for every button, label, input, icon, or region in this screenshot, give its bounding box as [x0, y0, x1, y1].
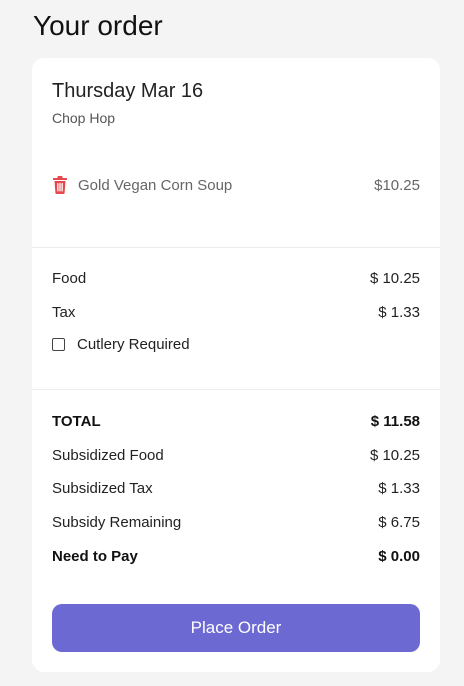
tax-label: Tax: [52, 303, 76, 321]
tax-row: Tax $ 1.33: [52, 301, 420, 323]
food-label: Food: [52, 269, 87, 287]
subsidized-tax-row: Subsidized Tax $ 1.33: [52, 477, 420, 499]
divider: [32, 247, 440, 248]
total-value: $ 11.58: [370, 412, 420, 430]
subsidized-food-value: $ 10.25: [369, 446, 420, 464]
need-to-pay-value: $ 0.00: [378, 547, 420, 565]
restaurant-name: Chop Hop: [52, 110, 116, 126]
subsidy-remaining-value: $ 6.75: [378, 513, 420, 531]
subsidized-food-label: Subsidized Food: [52, 446, 164, 464]
subsidized-tax-label: Subsidized Tax: [52, 479, 153, 497]
need-to-pay-label: Need to Pay: [52, 547, 138, 565]
food-value: $ 10.25: [369, 269, 420, 287]
item-name: Gold Vegan Corn Soup: [78, 176, 233, 194]
divider: [32, 389, 440, 390]
subsidized-food-row: Subsidized Food $ 10.25: [52, 444, 420, 466]
item-price: $10.25: [374, 176, 420, 194]
need-to-pay-row: Need to Pay $ 0.00: [52, 545, 420, 567]
order-date: Thursday Mar 16: [52, 80, 204, 102]
cutlery-label: Cutlery Required: [77, 336, 190, 353]
trash-icon[interactable]: [52, 176, 68, 194]
food-row: Food $ 10.25: [52, 267, 420, 289]
place-order-button[interactable]: Place Order: [52, 604, 420, 652]
subsidy-remaining-label: Subsidy Remaining: [52, 513, 182, 531]
cutlery-checkbox[interactable]: [52, 338, 65, 351]
order-card: Thursday Mar 16 Chop Hop Gold Vegan Corn…: [32, 58, 440, 672]
cutlery-checkbox-row[interactable]: Cutlery Required: [52, 336, 190, 353]
total-label: TOTAL: [52, 412, 101, 430]
total-row: TOTAL $ 11.58: [52, 410, 420, 432]
order-item-row: Gold Vegan Corn Soup $10.25: [52, 172, 420, 198]
subsidy-remaining-row: Subsidy Remaining $ 6.75: [52, 511, 420, 533]
tax-value: $ 1.33: [378, 303, 420, 321]
subsidized-tax-value: $ 1.33: [378, 479, 420, 497]
page-title: Your order: [33, 10, 163, 41]
